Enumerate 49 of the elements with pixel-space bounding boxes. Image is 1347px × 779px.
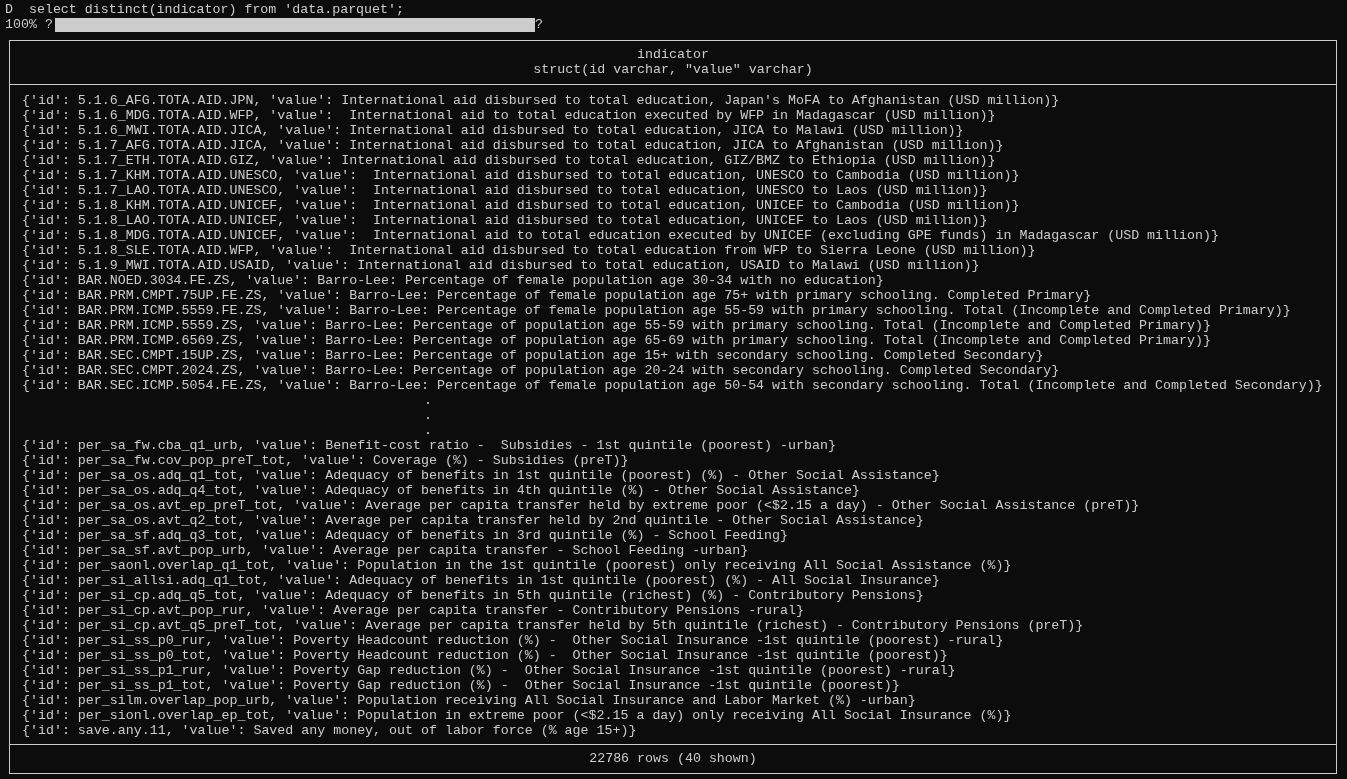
result-row-text: {'id': 5.1.7_ETH.TOTA.AID.GIZ, 'value': International aid disbursed to total education, GIZ/BMZ to Ethiopia (USD million)} [22,153,997,168]
result-row-text: {'id': per_sa_fw.cba_q1_urb, 'value': Benefit-cost ratio - Subsidies - 1st quintile (poorest) -urban} [22,438,837,453]
result-row-text: {'id': per_si_allsi.adq_q1_tot, 'value': Adequacy of benefits in 1st quintile (poorest) (%) - All Social Insurance} [22,573,941,588]
result-row-text: {'id': per_saonl.overlap_q1_tot, 'value': Population in the 1st quintile (poorest) only receiving All Social Assistance (%)} [22,558,1013,573]
result-row-text: {'id': 5.1.8_SLE.TOTA.AID.WFP, 'value': International aid disbursed to total education from WFP to Sierra Leone (USD million)} [22,243,1037,258]
result-row-text: {'id': 5.1.8_KHM.TOTA.AID.UNICEF, 'value': International aid disbursed to total education, UNICEF to Cambodia (USD million)} [22,198,1021,213]
result-row-text: {'id': 5.1.7_AFG.TOTA.AID.JICA, 'value': International aid disbursed to total education, JICA to Afghanistan (USD million)} [22,138,1005,153]
result-row-text: {'id': 5.1.6_AFG.TOTA.AID.JPN, 'value': International aid disbursed to total education, Japan's MoFA to Afghanistan (USD million)} [22,93,1061,108]
result-row-text: {'id': BAR.NOED.3034.FE.ZS, 'value': Barro-Lee: Percentage of female population age 30-34 with no education} [22,273,885,288]
result-row-text: {'id': per_si_ss_p1_rur, 'value': Poverty Gap reduction (%) - Other Social Insurance -1st quintile (poorest) -rural} [22,663,957,678]
result-row-text: {'id': 5.1.6_MWI.TOTA.AID.JICA, 'value': International aid disbursed to total education, JICA to Malawi (USD million)} [22,123,965,138]
result-row-text: {'id': per_sa_os.adq_q1_tot, 'value': Adequacy of benefits in 1st quintile (poorest) (%) - Other Social Assistance} [22,468,941,483]
row-count: 22786 rows (40 shown) [589,751,757,766]
result-row-text: {'id': 5.1.6_MDG.TOTA.AID.WFP, 'value': International aid to total education executed by WFP in Madagascar (USD million)} [22,108,997,123]
result-row-text: {'id': 5.1.8_LAO.TOTA.AID.UNICEF, 'value': International aid disbursed to total education, UNICEF to Laos (USD million)} [22,213,989,228]
result-row-text: {'id': 5.1.8_MDG.TOTA.AID.UNICEF, 'value': International aid to total education executed by UNICEF (excluding GPE funds) in Madagascar (USD million)} [22,228,1220,243]
result-row-text: {'id': per_si_cp.avt_pop_rur, 'value': Average per capita transfer - Contributory Pensions -rural} [22,603,805,618]
result-row-text: {'id': BAR.PRM.CMPT.75UP.FE.ZS, 'value': Barro-Lee: Percentage of female population age 75+ with primary schooling. Completed Primary} [22,288,1093,303]
result-row-text: {'id': per_si_ss_p0_tot, 'value': Poverty Headcount reduction (%) - Other Social Insurance -1st quintile (poorest)} [22,648,949,663]
ellipsis-dot: . [424,423,433,438]
result-row-text: {'id': save.any.11, 'value': Saved any money, out of labor force (% age 15+)} [22,723,638,738]
result-row-text: {'id': BAR.PRM.ICMP.5559.ZS, 'value': Barro-Lee: Percentage of population age 55-59 with primary schooling. Total (Incomplete and Completed Primary)} [22,318,1212,333]
column-type: struct(id varchar, "value" varchar) [533,62,813,77]
result-row-text: {'id': 5.1.7_KHM.TOTA.AID.UNESCO, 'value': International aid disbursed to total education, UNESCO to Cambodia (USD million)} [22,168,1021,183]
result-row-text: {'id': per_si_ss_p0_rur, 'value': Poverty Headcount reduction (%) - Other Social Insurance -1st quintile (poorest) -rural} [22,633,1005,648]
result-row-text: {'id': per_si_cp.adq_q5_tot, 'value': Adequacy of benefits in 5th quintile (richest) (%) - Contributory Pensions} [22,588,925,603]
result-row-text: {'id': per_sa_os.adq_q4_tot, 'value': Adequacy of benefits in 4th quintile (%) - Other Social Assistance} [22,483,861,498]
progress-mark: ? [534,17,543,32]
result-row-text: {'id': per_silm.overlap_pop_urb, 'value': Population receiving All Social Insurance and Labor Market (%) -urban} [22,693,917,708]
ellipsis-dot: . [424,408,433,423]
command-line: D select distinct(indicator) from 'data.parquet'; [5,2,405,17]
result-row-text: {'id': BAR.SEC.ICMP.5054.FE.ZS, 'value': Barro-Lee: Percentage of female population age 50-54 with secondary schooling. Total (Incomplete and Completed Secondary)} [22,378,1324,393]
result-row-text: {'id': BAR.SEC.CMPT.15UP.ZS, 'value': Barro-Lee: Percentage of population age 15+ with secondary schooling. Completed Secondary} [22,348,1045,363]
result-row-text: {'id': per_si_ss_p1_tot, 'value': Poverty Gap reduction (%) - Other Social Insurance -1st quintile (poorest)} [22,678,901,693]
ellipsis-dot: . [424,393,433,408]
result-row-text: {'id': per_sa_os.avt_q2_tot, 'value': Average per capita transfer held by 2nd quintile - Other Social Assistance} [22,513,925,528]
result-row-text: {'id': BAR.SEC.CMPT.2024.ZS, 'value': Barro-Lee: Percentage of population age 20-24 with secondary schooling. Completed Secondary} [22,363,1061,378]
result-row-text: {'id': BAR.PRM.ICMP.5559.FE.ZS, 'value': Barro-Lee: Percentage of female population age 55-59 with primary schooling. Total (Incomplete and Completed Primary)} [22,303,1292,318]
result-row-text: {'id': per_sa_sf.avt_pop_urb, 'value': Average per capita transfer - School Feeding -urban} [22,543,750,558]
column-name: indicator [637,47,709,62]
result-row-text: {'id': per_sa_os.avt_ep_preT_tot, 'value': Average per capita transfer held by extreme poor (<$2.15 a day) - Other Social Assistance (preT)} [22,498,1141,513]
progress-percent: 100% ? [5,17,53,32]
result-row-text: {'id': 5.1.9_MWI.TOTA.AID.USAID, 'value': International aid disbursed to total education, USAID to Malawi (USD million)} [22,258,981,273]
result-row-text: {'id': 5.1.7_LAO.TOTA.AID.UNESCO, 'value': International aid disbursed to total education, UNESCO to Laos (USD million)} [22,183,989,198]
result-row-text: {'id': per_sionl.overlap_ep_tot, 'value': Population in extreme poor (<$2.15 a day) only receiving All Social Insurance (%)} [22,708,1013,723]
result-row-text: {'id': per_si_cp.avt_q5_preT_tot, 'value': Average per capita transfer held by 5th quintile (richest) - Contributory Pensions (preT)} [22,618,1085,633]
result-row-text: {'id': BAR.PRM.ICMP.6569.ZS, 'value': Barro-Lee: Percentage of population age 65-69 with primary schooling. Total (Incomplete and Completed Primary)} [22,333,1212,348]
result-row-text: {'id': per_sa_fw.cov_pop_preT_tot, 'value': Coverage (%) - Subsidies (preT)} [22,453,630,468]
result-row-text: {'id': per_sa_sf.adq_q3_tot, 'value': Adequacy of benefits in 3rd quintile (%) - School Feeding} [22,528,790,543]
